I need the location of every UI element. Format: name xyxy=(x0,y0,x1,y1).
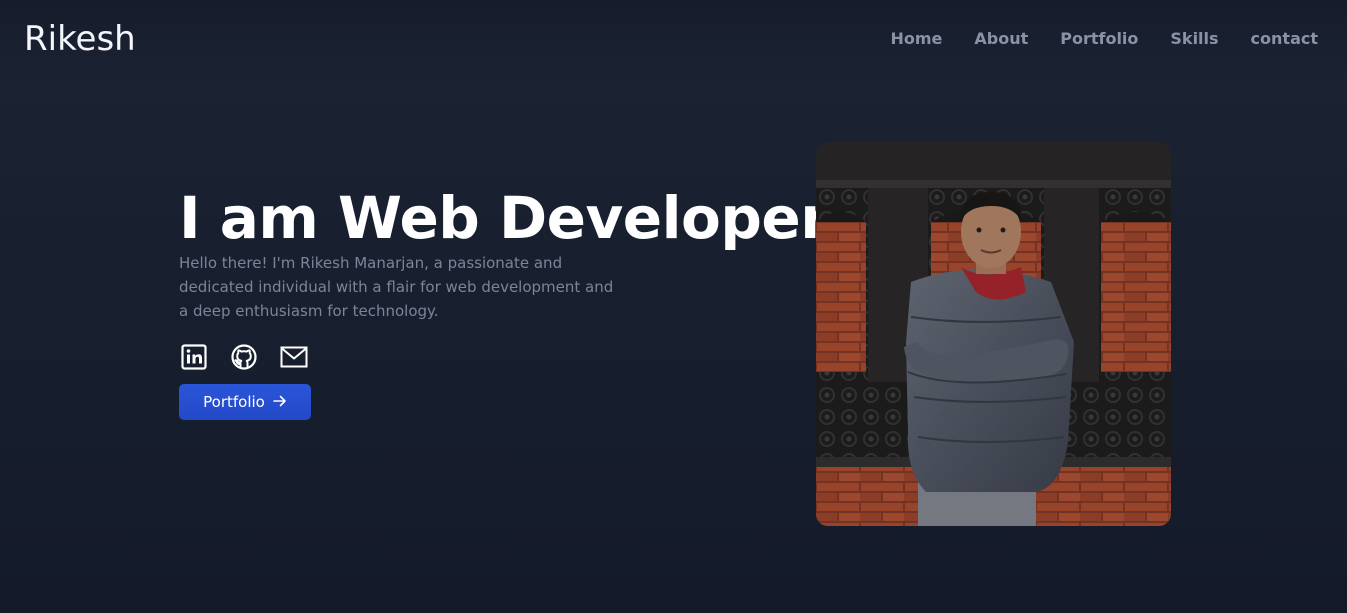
navbar: Rikesh Home About Portfolio Skills conta… xyxy=(0,0,1347,80)
nav-link-home[interactable]: Home xyxy=(890,29,942,49)
arrow-right-icon xyxy=(273,393,287,411)
nav-link-contact[interactable]: contact xyxy=(1251,29,1318,49)
brand-logo[interactable]: Rikesh xyxy=(24,19,136,59)
profile-photo xyxy=(816,142,1171,526)
hero-headline: I am Web Developer xyxy=(179,184,829,252)
hero-intro: Hello there! I'm Rikesh Manarjan, a pass… xyxy=(179,254,614,320)
portfolio-button-label: Portfolio xyxy=(203,393,265,411)
github-icon[interactable] xyxy=(229,342,259,372)
mail-icon[interactable] xyxy=(279,342,309,372)
nav-links: Home About Portfolio Skills contact xyxy=(890,29,1318,49)
portfolio-button[interactable]: Portfolio xyxy=(179,384,311,420)
linkedin-icon[interactable] xyxy=(179,342,209,372)
hero-section: I am Web Developer Hello there! I'm Rike… xyxy=(179,182,829,420)
social-links xyxy=(179,342,799,372)
nav-link-about[interactable]: About xyxy=(974,29,1028,49)
nav-link-portfolio[interactable]: Portfolio xyxy=(1060,29,1138,49)
nav-link-skills[interactable]: Skills xyxy=(1170,29,1218,49)
